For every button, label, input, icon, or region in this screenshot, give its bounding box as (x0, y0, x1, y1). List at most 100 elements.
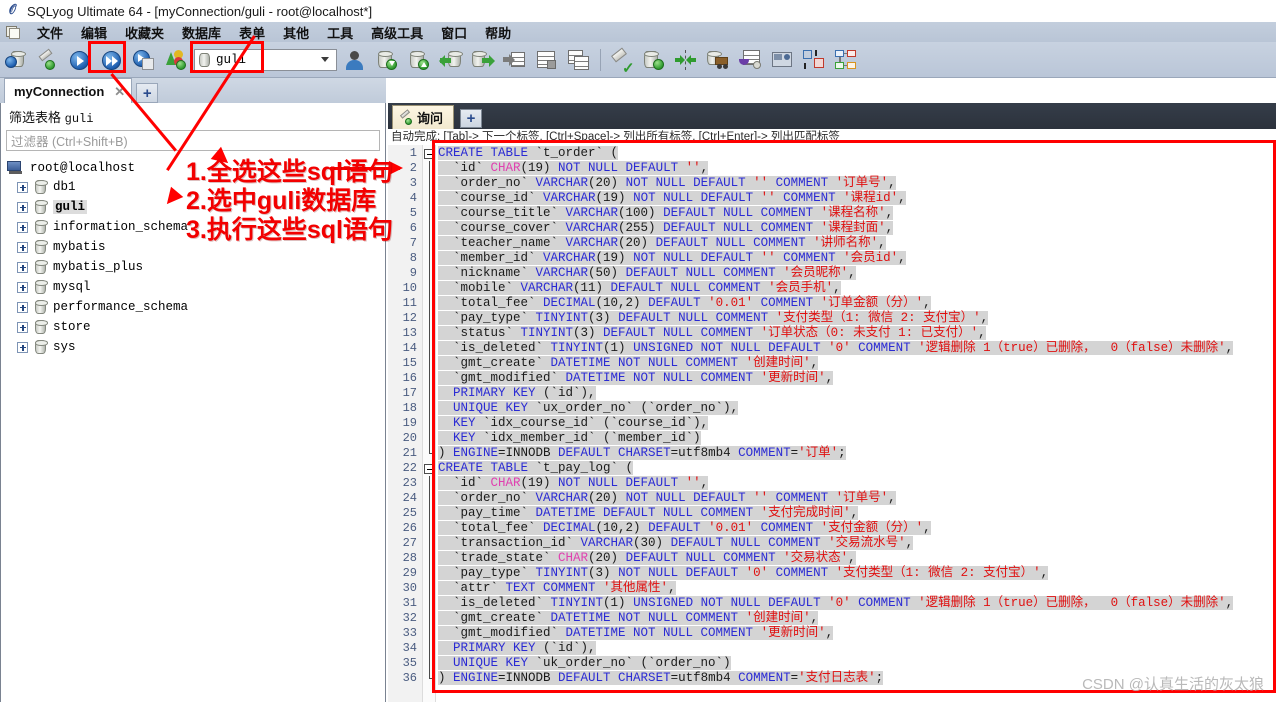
code-line[interactable]: CREATE TABLE `t_pay_log` ( (438, 461, 1276, 476)
sql-code-area[interactable]: CREATE TABLE `t_order` ( `id` CHAR(19) N… (436, 145, 1276, 706)
code-line[interactable]: `pay_type` TINYINT(3) NOT NULL DEFAULT '… (438, 566, 1276, 581)
code-line[interactable]: KEY `idx_course_id` (`course_id`), (438, 416, 1276, 431)
code-line[interactable]: `course_cover` VARCHAR(255) DEFAULT NULL… (438, 221, 1276, 236)
connection-tab-myconnection[interactable]: myConnection ✕ (4, 78, 133, 103)
code-line[interactable]: `transaction_id` VARCHAR(30) DEFAULT NUL… (438, 536, 1276, 551)
code-line[interactable]: UNIQUE KEY `ux_order_no` (`order_no`), (438, 401, 1276, 416)
user-manager-icon[interactable] (340, 45, 370, 75)
code-line[interactable]: CREATE TABLE `t_order` ( (438, 146, 1276, 161)
fold-marker[interactable] (423, 146, 435, 161)
expand-icon[interactable] (17, 241, 28, 253)
window-restore-icon[interactable] (4, 24, 22, 40)
code-line[interactable]: `pay_time` DATETIME DEFAULT NULL COMMENT… (438, 506, 1276, 521)
code-line[interactable]: `attr` TEXT COMMENT '其他属性', (438, 581, 1276, 596)
expand-icon[interactable] (17, 181, 28, 193)
expand-icon[interactable] (17, 221, 28, 233)
menu-item-form[interactable]: 表单 (230, 22, 274, 43)
schema-sync-icon[interactable] (639, 45, 669, 75)
code-line[interactable]: UNIQUE KEY `uk_order_no` (`order_no`) (438, 656, 1276, 671)
code-line[interactable]: `id` CHAR(19) NOT NULL DEFAULT '', (438, 161, 1276, 176)
expand-icon[interactable] (17, 261, 28, 273)
code-line[interactable]: PRIMARY KEY (`id`), (438, 641, 1276, 656)
plus-icon[interactable]: + (136, 83, 159, 103)
code-line[interactable]: `trade_state` CHAR(20) DEFAULT NULL COMM… (438, 551, 1276, 566)
menu-item-file[interactable]: 文件 (28, 22, 72, 43)
fold-marker (423, 476, 435, 491)
copy-database-icon[interactable]: ✓ (607, 45, 637, 76)
table-data-icon[interactable] (532, 45, 562, 75)
expand-icon[interactable] (17, 201, 28, 213)
code-line[interactable]: `is_deleted` TINYINT(1) UNSIGNED NOT NUL… (438, 341, 1276, 356)
code-line[interactable]: `order_no` VARCHAR(20) NOT NULL DEFAULT … (438, 176, 1276, 191)
import-external-data-icon[interactable] (500, 45, 530, 75)
code-line[interactable]: KEY `idx_member_id` (`member_id`) (438, 431, 1276, 446)
export-database-icon[interactable] (404, 45, 434, 75)
menu-item-tools[interactable]: 工具 (318, 22, 362, 43)
new-connection-icon[interactable] (1, 45, 31, 75)
backup-database-icon[interactable] (468, 45, 498, 75)
code-line[interactable]: `is_deleted` TINYINT(1) UNSIGNED NOT NUL… (438, 596, 1276, 611)
code-line[interactable]: `gmt_modified` DATETIME NOT NULL COMMENT… (438, 371, 1276, 386)
schema-designer-icon[interactable] (831, 45, 861, 75)
table-diagnostics-icon[interactable] (564, 45, 594, 75)
sqlyog-icon: 𝒪 (8, 3, 16, 18)
new-query-tab-icon[interactable] (33, 45, 63, 75)
tree-node-performance_schema[interactable]: performance_schema (7, 297, 385, 317)
query-builder-icon[interactable] (767, 45, 797, 75)
tree-node-mybatis_plus[interactable]: mybatis_plus (7, 257, 385, 277)
code-fold-column[interactable] (422, 145, 436, 706)
code-line[interactable]: `total_fee` DECIMAL(10,2) DEFAULT '0.01'… (438, 521, 1276, 536)
menu-item-favorites[interactable]: 收藏夹 (116, 22, 173, 43)
execute-query-stop-icon[interactable] (129, 45, 159, 75)
execute-query-icon[interactable] (65, 45, 95, 75)
import-database-icon[interactable] (372, 45, 402, 75)
code-line[interactable]: `course_id` VARCHAR(19) NOT NULL DEFAULT… (438, 191, 1276, 206)
line-number: 17 (402, 386, 417, 400)
line-number: 16 (402, 371, 417, 385)
code-line[interactable]: `member_id` VARCHAR(19) NOT NULL DEFAULT… (438, 251, 1276, 266)
execute-all-queries-icon[interactable] (97, 45, 127, 75)
tree-node-mysql[interactable]: mysql (7, 277, 385, 297)
code-line[interactable]: `status` TINYINT(3) DEFAULT NULL COMMENT… (438, 326, 1276, 341)
code-line[interactable]: `mobile` VARCHAR(11) DEFAULT NULL COMMEN… (438, 281, 1276, 296)
code-line[interactable]: `order_no` VARCHAR(20) NOT NULL DEFAULT … (438, 491, 1276, 506)
code-line[interactable]: `total_fee` DECIMAL(10,2) DEFAULT '0.01'… (438, 296, 1276, 311)
migrate-data-icon[interactable] (735, 45, 765, 75)
code-line[interactable]: `gmt_create` DATETIME NOT NULL COMMENT '… (438, 611, 1276, 626)
database-selector-combobox[interactable]: guli (194, 48, 337, 71)
query-tab[interactable]: 询问 (392, 105, 455, 129)
tree-node-store[interactable]: store (7, 317, 385, 337)
plus-icon[interactable]: + (460, 109, 483, 128)
menu-item-edit[interactable]: 编辑 (72, 22, 116, 43)
data-sync-icon[interactable] (671, 45, 701, 75)
close-icon[interactable]: ✕ (114, 85, 125, 98)
code-line[interactable]: `id` CHAR(19) NOT NULL DEFAULT '', (438, 476, 1276, 491)
sql-scheduler-icon[interactable] (703, 45, 733, 75)
chevron-down-icon[interactable] (321, 56, 329, 62)
expand-icon[interactable] (17, 341, 28, 353)
code-line[interactable]: `gmt_modified` DATETIME NOT NULL COMMENT… (438, 626, 1276, 641)
code-line[interactable]: `course_title` VARCHAR(100) DEFAULT NULL… (438, 206, 1276, 221)
code-line[interactable]: ) ENGINE=INNODB DEFAULT CHARSET=utf8mb4 … (438, 446, 1276, 461)
menu-item-window[interactable]: 窗口 (432, 22, 476, 43)
expand-icon[interactable] (17, 281, 28, 293)
filter-input[interactable]: 过滤器 (Ctrl+Shift+B) (6, 130, 380, 151)
menu-item-help[interactable]: 帮助 (476, 22, 520, 43)
code-line[interactable]: PRIMARY KEY (`id`), (438, 386, 1276, 401)
menu-item-database[interactable]: 数据库 (173, 22, 230, 43)
menu-item-others[interactable]: 其他 (274, 22, 318, 43)
expand-icon[interactable] (17, 321, 28, 333)
fold-marker[interactable] (423, 461, 435, 476)
expand-icon[interactable] (17, 301, 28, 313)
restore-from-sql-icon[interactable] (436, 45, 466, 75)
code-line[interactable]: `teacher_name` VARCHAR(20) DEFAULT NULL … (438, 236, 1276, 251)
code-line[interactable]: `pay_type` TINYINT(3) DEFAULT NULL COMME… (438, 311, 1276, 326)
code-line[interactable]: `nickname` VARCHAR(50) DEFAULT NULL COMM… (438, 266, 1276, 281)
refresh-objects-icon[interactable] (161, 45, 191, 75)
line-number: 26 (402, 521, 417, 535)
sql-editor[interactable]: 1 2 3 4 5 6 7 8 9 10 11 12 13 14 15 16 17 18 19 20 21 22 23 24 2… (388, 145, 1276, 706)
form-view-icon[interactable] (799, 45, 829, 75)
menu-item-powertools[interactable]: 高级工具 (362, 22, 432, 43)
tree-node-sys[interactable]: sys (7, 337, 385, 357)
code-line[interactable]: `gmt_create` DATETIME NOT NULL COMMENT '… (438, 356, 1276, 371)
